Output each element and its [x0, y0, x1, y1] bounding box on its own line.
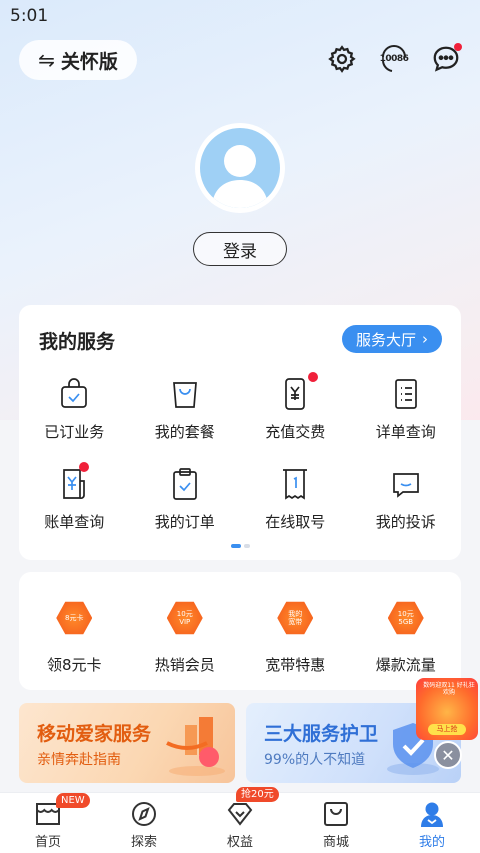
avatar[interactable] [195, 123, 285, 213]
tab-home[interactable]: NEW 首页 [0, 793, 96, 853]
promo-label: 领8元卡 [46, 656, 102, 674]
tab-label: 探索 [130, 835, 157, 850]
service-bill-query[interactable]: 账单查询 [19, 462, 130, 555]
service-complaint[interactable]: 我的投诉 [351, 465, 462, 555]
promo-badge-text: 8元卡 [65, 614, 84, 622]
promo-badge-text: 5GB [398, 618, 414, 626]
shopping-bag-icon [172, 382, 197, 408]
subscribed-bag-icon [61, 378, 88, 408]
promo-badge-text: 宽带 [288, 618, 303, 626]
tab-label: 权益 [226, 835, 253, 850]
service-label: 我的套餐 [154, 423, 215, 441]
promo-badge-text: 我的 [288, 610, 303, 618]
user-icon [421, 802, 443, 827]
promo-badge-text: 10元 [397, 610, 414, 618]
promo-data-traffic[interactable]: 10元 5GB 爆款流量 [351, 600, 462, 675]
service-hall-label: 服务大厅 [355, 330, 416, 349]
tab-label: 首页 [34, 835, 61, 850]
headset-icon [382, 45, 406, 72]
my-services-card: 我的服务 服务大厅 › 已订业务 我的套餐 充值交费 详单查询 账单查询 我的订… [19, 305, 461, 560]
bottom-tab-bar: NEW 首页 探索 抢20元 权益 商城 我的 [0, 787, 480, 853]
care-mode-label: 关怀版 [60, 50, 118, 73]
promo-vip-member[interactable]: 10元 VIP 热销会员 [130, 600, 241, 675]
service-label: 我的订单 [154, 513, 215, 531]
shopping-cart-illustration-icon [166, 717, 225, 776]
promo-badge-icon: 10元 VIP [166, 601, 203, 635]
switch-icon: ⇋ [38, 48, 55, 72]
list-document-icon [394, 379, 417, 409]
ticket-number-icon [283, 469, 308, 500]
banner-family-service[interactable]: 移动爱家服务 亲情奔赴指南 [19, 703, 235, 783]
service-detail-query[interactable]: 详单查询 [351, 375, 462, 465]
message-unread-dot [454, 43, 462, 51]
tab-explore[interactable]: 探索 [96, 793, 192, 853]
banner-title: 移动爱家服务 [37, 723, 152, 745]
service-my-plan[interactable]: 我的套餐 [130, 375, 241, 465]
gear-icon [328, 45, 356, 73]
clipboard-check-icon [172, 468, 197, 500]
promo-badge-icon: 10元 5GB [387, 601, 424, 635]
shopping-bag-icon [324, 802, 348, 826]
tab-benefits[interactable]: 抢20元 权益 [192, 787, 288, 853]
promo-badge-text: VIP [179, 618, 191, 626]
default-avatar-icon [212, 145, 268, 208]
tab-benefit-badge: 抢20元 [236, 787, 279, 802]
tab-mall[interactable]: 商城 [288, 793, 384, 853]
service-recharge[interactable]: 充值交费 [240, 372, 351, 465]
my-services-title: 我的服务 [39, 331, 116, 353]
close-icon[interactable]: ✕ [434, 741, 462, 769]
float-ad-caption: 数码迎双11 好礼狂欢购 [423, 682, 475, 696]
tab-mine[interactable]: 我的 [384, 793, 480, 853]
service-label: 我的投诉 [375, 513, 436, 531]
bill-notice-dot [79, 462, 89, 472]
login-button[interactable]: 登录 [193, 232, 287, 266]
messages-button[interactable] [430, 43, 462, 75]
tab-new-badge: NEW [56, 793, 90, 808]
page-indicator [231, 544, 250, 548]
service-label: 已订业务 [44, 423, 105, 441]
promo-badge-text: 10元 [176, 610, 193, 618]
service-online-queue[interactable]: 在线取号 [240, 465, 351, 555]
chat-complaint-icon [392, 473, 419, 498]
banner-subtitle: 亲情奔赴指南 [37, 752, 121, 768]
floating-ad[interactable]: 数码迎双11 好礼狂欢购 马上抢 [416, 678, 478, 740]
bill-yuan-icon [63, 469, 86, 500]
chevron-right-icon: › [422, 330, 428, 348]
promo-label: 爆款流量 [375, 656, 436, 674]
promo-label: 热销会员 [154, 656, 215, 674]
float-ad-button[interactable]: 马上抢 [428, 724, 466, 735]
tab-label: 我的 [418, 835, 445, 850]
service-label: 详单查询 [375, 423, 436, 441]
promo-8yuan-card[interactable]: 8元卡 领8元卡 [19, 600, 130, 675]
compass-icon [132, 802, 156, 826]
service-label: 在线取号 [265, 513, 326, 531]
recharge-notice-dot [308, 372, 318, 382]
hotline-button[interactable]: 10086 [378, 43, 410, 75]
settings-button[interactable] [326, 43, 358, 75]
service-subscribed[interactable]: 已订业务 [19, 375, 130, 465]
status-time: 5:01 [10, 6, 49, 26]
promotions-card: 8元卡 领8元卡 10元 VIP 热销会员 我的 宽带 宽带特惠 10元 5GB… [19, 572, 461, 690]
promo-broadband[interactable]: 我的 宽带 宽带特惠 [240, 600, 351, 675]
promo-label: 宽带特惠 [265, 656, 326, 674]
care-mode-button[interactable]: ⇋ 关怀版 [19, 40, 137, 80]
banner-title: 三大服务护卫 [264, 723, 379, 745]
service-label: 充值交费 [265, 423, 326, 441]
tab-label: 商城 [322, 835, 349, 850]
service-label: 账单查询 [44, 513, 105, 531]
service-hall-button[interactable]: 服务大厅 › [341, 325, 442, 353]
promo-badge-icon: 8元卡 [56, 601, 93, 635]
promo-badge-icon: 我的 宽带 [277, 601, 314, 635]
phone-yuan-icon [285, 378, 306, 410]
diamond-icon [227, 803, 253, 826]
banner-subtitle: 99%的人不知道 [264, 752, 366, 768]
service-my-orders[interactable]: 我的订单 [130, 465, 241, 555]
